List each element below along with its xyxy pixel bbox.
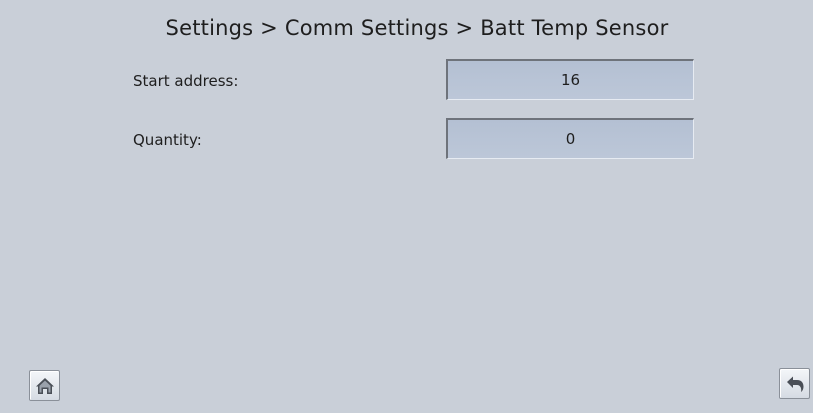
quantity-field[interactable]: 0 (446, 118, 694, 159)
home-icon (35, 377, 55, 395)
home-button[interactable] (29, 370, 60, 401)
start-address-label: Start address: (133, 72, 239, 90)
breadcrumb: Settings > Comm Settings > Batt Temp Sen… (165, 16, 669, 40)
start-address-field[interactable]: 16 (446, 59, 694, 100)
back-arrow-icon (785, 375, 805, 393)
back-button[interactable] (779, 368, 810, 399)
quantity-label: Quantity: (133, 131, 202, 149)
